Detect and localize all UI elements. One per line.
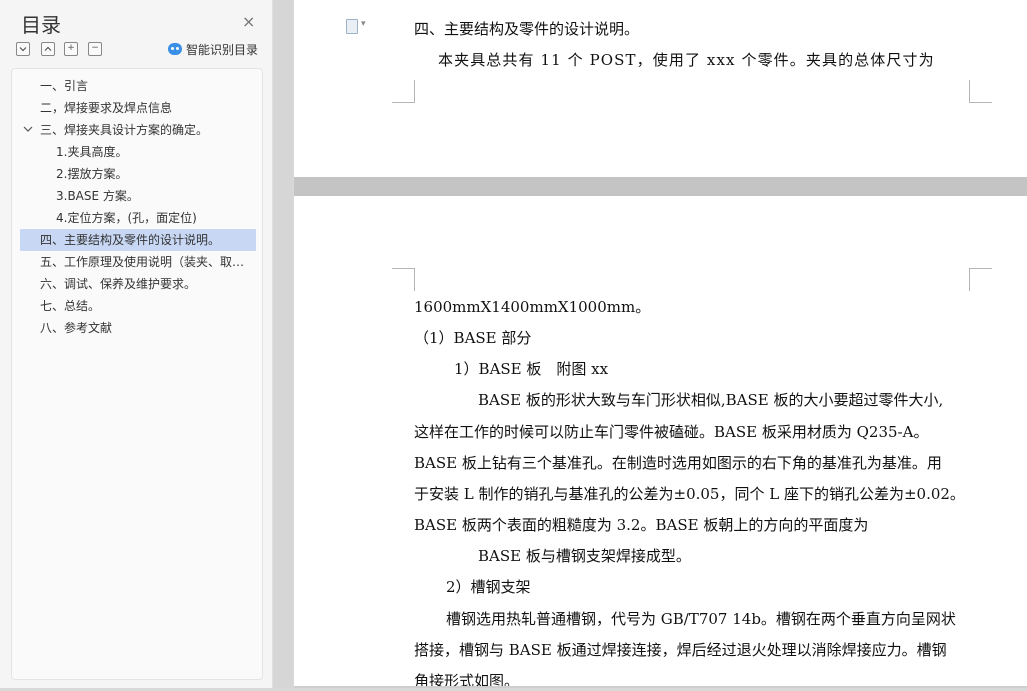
chevron-down-icon[interactable] [23,119,33,141]
toc-item[interactable]: 七、总结。 [20,295,256,317]
collapse-all-icon[interactable] [16,42,30,56]
subsection-heading: （1）BASE 部分 [414,329,532,347]
toc-item-label: 八、参考文献 [40,321,113,335]
toc-item[interactable]: 1.夹具高度。 [20,141,256,163]
toc-item[interactable]: 3.BASE 方案。 [20,185,256,207]
body-text: 1600mmX1400mmX1000mm。 [414,298,651,316]
toc-item[interactable]: 4.定位方案，(孔，面定位) [20,207,256,229]
subsection-heading: 2）槽钢支架 [446,578,531,596]
crop-mark [969,268,992,291]
toc-item[interactable]: 五、工作原理及使用说明（装夹、取件方式） [20,251,256,273]
body-text: 于安装 L 制作的销孔与基准孔的公差为±0.05，同个 L 座下的销孔公差为±0… [414,485,965,503]
smart-recognize-label: 智能识别目录 [186,43,259,57]
toc-item-label: 二，焊接要求及焊点信息 [40,101,173,115]
body-text: BASE 板与槽钢支架焊接成型。 [478,547,691,565]
crop-mark [392,268,415,291]
toc-list: 一、引言 二，焊接要求及焊点信息 三、焊接夹具设计方案的确定。 1.夹具高度。 … [11,68,263,680]
body-text: 槽钢选用热轧普通槽钢，代号为 GB/T707 14b。槽钢在两个垂直方向呈网状 [446,610,956,628]
paragraph-menu-icon[interactable] [346,19,366,34]
toc-item[interactable]: 三、焊接夹具设计方案的确定。 [20,119,256,141]
toc-item[interactable]: 二，焊接要求及焊点信息 [20,97,256,119]
toc-item-label: 七、总结。 [40,299,101,313]
toc-item-label: 六、调试、保养及维护要求。 [40,277,197,291]
toc-item-label: 三、焊接夹具设计方案的确定。 [40,123,209,137]
toc-item-label: 2.摆放方案。 [56,167,128,181]
body-text: 这样在工作的时候可以防止车门零件被磕碰。BASE 板采用材质为 Q235-A。 [414,423,929,441]
toc-item-label: 四、主要结构及零件的设计说明。 [40,233,221,247]
toc-item-label: 一、引言 [40,79,89,93]
toc-item[interactable]: 2.摆放方案。 [20,163,256,185]
sidebar-splitter[interactable] [273,0,293,688]
body-text: 本夹具总共有 11 个 POST，使用了 xxx 个零件。夹具的总体尺寸为 [438,51,935,69]
add-level-icon[interactable]: + [64,42,78,56]
ai-robot-icon [168,43,182,55]
close-icon[interactable]: × [242,12,255,31]
crop-mark [969,80,992,103]
toc-item-label: 五、工作原理及使用说明（装夹、取件方式） [40,255,256,269]
toc-item-label: 3.BASE 方案。 [56,189,139,203]
section-heading: 四、主要结构及零件的设计说明。 [414,20,640,38]
body-text: 搭接，槽钢与 BASE 板通过焊接连接，焊后经过退火处理以消除焊接应力。槽钢 [414,641,947,659]
page-gap [294,177,1027,196]
crop-mark [392,80,415,103]
subsection-heading: 1）BASE 板 附图 xx [454,360,609,378]
toc-item-label: 4.定位方案，(孔，面定位) [56,211,197,225]
toc-item-selected[interactable]: 四、主要结构及零件的设计说明。 [20,229,256,251]
toc-sidebar: 目录 × + − 智能识别目录 一、引言 二，焊接要求及焊点信息 三、焊接夹具设… [0,0,273,688]
expand-up-icon[interactable] [41,42,55,56]
toc-item[interactable]: 八、参考文献 [20,317,256,339]
toc-title: 目录 [21,13,61,37]
remove-level-icon[interactable]: − [88,42,102,56]
toc-item[interactable]: 六、调试、保养及维护要求。 [20,273,256,295]
body-text: BASE 板上钻有三个基准孔。在制造时选用如图示的右下角的基准孔为基准。用 [414,454,942,472]
toc-item-label: 1.夹具高度。 [56,145,128,159]
body-text: BASE 板的形状大致与车门形状相似,BASE 板的大小要超过零件大小, [478,391,944,409]
body-text: 角接形式如图。 [414,672,520,690]
smart-recognize-button[interactable]: 智能识别目录 [168,41,258,58]
body-text: BASE 板两个表面的粗糙度为 3.2。BASE 板朝上的方向的平面度为 [414,516,869,534]
toc-item[interactable]: 一、引言 [20,75,256,97]
